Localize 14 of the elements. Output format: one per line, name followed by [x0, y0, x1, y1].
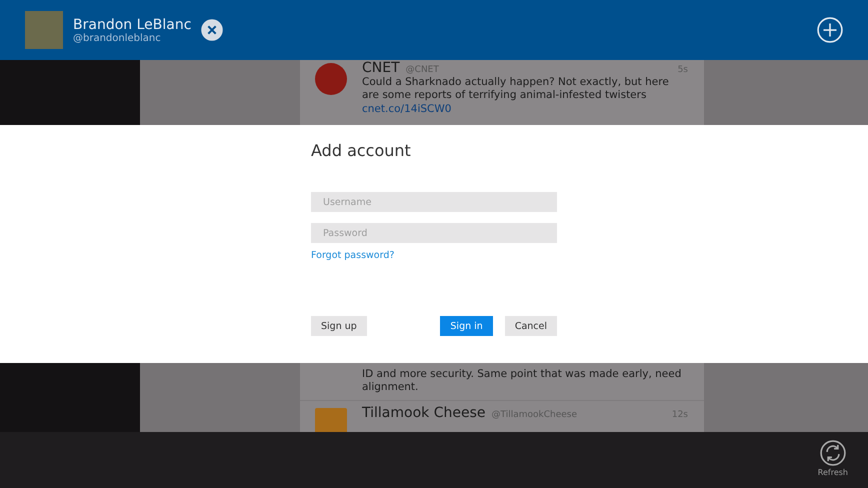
- forgot-password-link[interactable]: Forgot password?: [311, 250, 394, 261]
- tweet-text: Could a Sharknado actually happen? Not exactly, but here are some reports of terrifying animal-infested twisters: [362, 76, 670, 102]
- tweet-author: Tillamook Cheese: [362, 405, 486, 421]
- username-field[interactable]: Username: [311, 192, 557, 212]
- account-handle: @brandonleblanc: [73, 32, 162, 44]
- password-field[interactable]: Password: [311, 223, 557, 243]
- refresh-button[interactable]: Refresh: [818, 432, 848, 488]
- dialog-title: Add account: [311, 141, 412, 160]
- dialog-button[interactable]: Cancel: [504, 316, 557, 336]
- dialog-button[interactable]: Sign up: [311, 316, 367, 336]
- account-name: Brandon LeBlanc: [73, 16, 192, 32]
- dialog-button[interactable]: Sign in: [440, 316, 493, 336]
- tweet-author: CNET: [362, 60, 400, 76]
- tweet-text: ID and more security. Same point that was made early, need alignment.: [362, 368, 682, 394]
